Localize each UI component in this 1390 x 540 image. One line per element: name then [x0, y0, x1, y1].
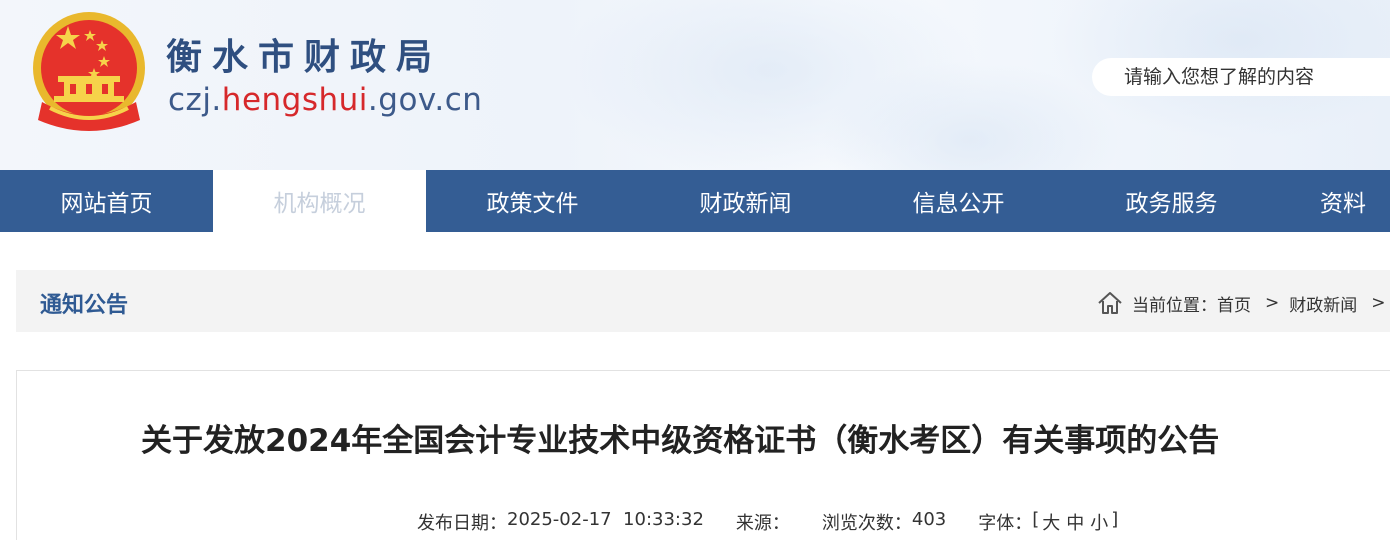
breadcrumb-separator: >	[1371, 293, 1386, 313]
article-title: 关于发放2024年全国会计专业技术中级资格证书（衡水考区）有关事项的公告	[141, 423, 1220, 459]
site-header: 衡水市财政局 czj.hengshui.gov.cn	[0, 0, 1390, 170]
nav-item-government-services[interactable]: 政务服务	[1065, 170, 1278, 232]
font-size-bracket-close: ]	[1111, 509, 1119, 530]
font-size-medium-button[interactable]: 中	[1066, 509, 1084, 535]
publish-date-value: 2025-02-17 10:33:32	[507, 509, 704, 530]
domain-prefix: czj.	[168, 82, 222, 118]
section-bar: 通知公告 当前位置： 首页 > 财政新闻 >	[16, 270, 1390, 332]
section-title: 通知公告	[40, 293, 129, 318]
nav-item-finance-news[interactable]: 财政新闻	[639, 170, 852, 232]
publish-date-label: 发布日期：	[417, 513, 507, 534]
view-count-label: 浏览次数：	[821, 513, 912, 534]
breadcrumb-finance-news-link[interactable]: 财政新闻	[1289, 291, 1357, 316]
site-domain: czj.hengshui.gov.cn	[168, 82, 482, 118]
breadcrumb-separator: >	[1265, 293, 1280, 313]
main-nav: 网站首页 机构概况 政策文件 财政新闻 信息公开 政务服务 资料	[0, 170, 1390, 232]
view-count-value: 403	[911, 509, 947, 530]
article-meta: 发布日期： 2025-02-17 10:33:32 来源： 浏览次数： 403 …	[417, 509, 1118, 535]
nav-item-policy-documents[interactable]: 政策文件	[426, 170, 639, 232]
breadcrumb-home-link[interactable]: 首页	[1217, 291, 1251, 316]
search-input[interactable]	[1124, 66, 1384, 88]
domain-highlight: hengshui	[221, 82, 368, 118]
domain-suffix: .gov.cn	[367, 82, 483, 118]
national-emblem-icon[interactable]	[28, 10, 150, 136]
breadcrumb: 当前位置： 首页 > 财政新闻 >	[1096, 289, 1390, 317]
nav-item-home[interactable]: 网站首页	[0, 170, 213, 232]
source-label: 来源：	[735, 513, 790, 534]
font-size-label: 字体：	[978, 513, 1033, 534]
nav-item-resources[interactable]: 资料	[1278, 170, 1390, 232]
home-icon[interactable]	[1096, 289, 1124, 317]
article-container: 关于发放2024年全国会计专业技术中级资格证书（衡水考区）有关事项的公告 发布日…	[16, 370, 1390, 540]
font-size-large-button[interactable]: 大	[1042, 509, 1060, 535]
search-box	[1092, 58, 1390, 96]
nav-item-organization[interactable]: 机构概况	[213, 170, 426, 232]
breadcrumb-label: 当前位置：	[1132, 295, 1217, 316]
site-title: 衡水市财政局	[166, 36, 443, 78]
nav-item-information-disclosure[interactable]: 信息公开	[852, 170, 1065, 232]
font-size-small-button[interactable]: 小	[1090, 509, 1108, 535]
font-size-bracket-open: [	[1032, 509, 1040, 530]
